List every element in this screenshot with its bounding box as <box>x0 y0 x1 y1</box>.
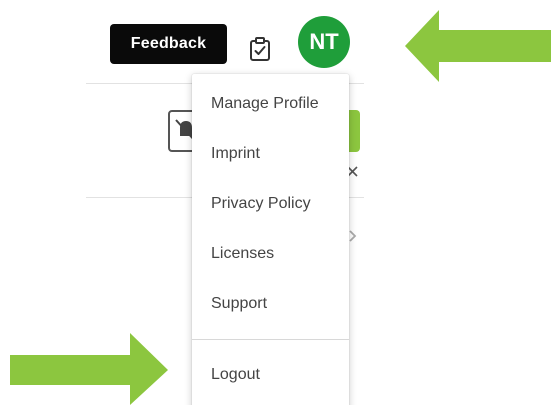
user-dropdown-menu: Manage Profile Imprint Privacy Policy Li… <box>192 74 349 405</box>
menu-item-privacy-policy[interactable]: Privacy Policy <box>192 184 349 224</box>
user-avatar-button[interactable]: NT <box>298 16 350 68</box>
menu-item-manage-profile[interactable]: Manage Profile <box>192 84 349 124</box>
menu-separator <box>192 339 349 340</box>
screenshot-stage: Feedback NT Manage Profile Imprint Priva… <box>0 0 551 405</box>
menu-item-support[interactable]: Support <box>192 284 349 324</box>
menu-item-licenses[interactable]: Licenses <box>192 234 349 274</box>
menu-item-imprint[interactable]: Imprint <box>192 134 349 174</box>
annotation-arrow-right-pointing <box>10 333 168 405</box>
annotation-arrow-left-pointing <box>405 10 551 82</box>
menu-item-logout[interactable]: Logout <box>192 355 349 395</box>
feedback-button[interactable]: Feedback <box>110 24 227 64</box>
clipboard-check-icon[interactable] <box>247 36 273 62</box>
